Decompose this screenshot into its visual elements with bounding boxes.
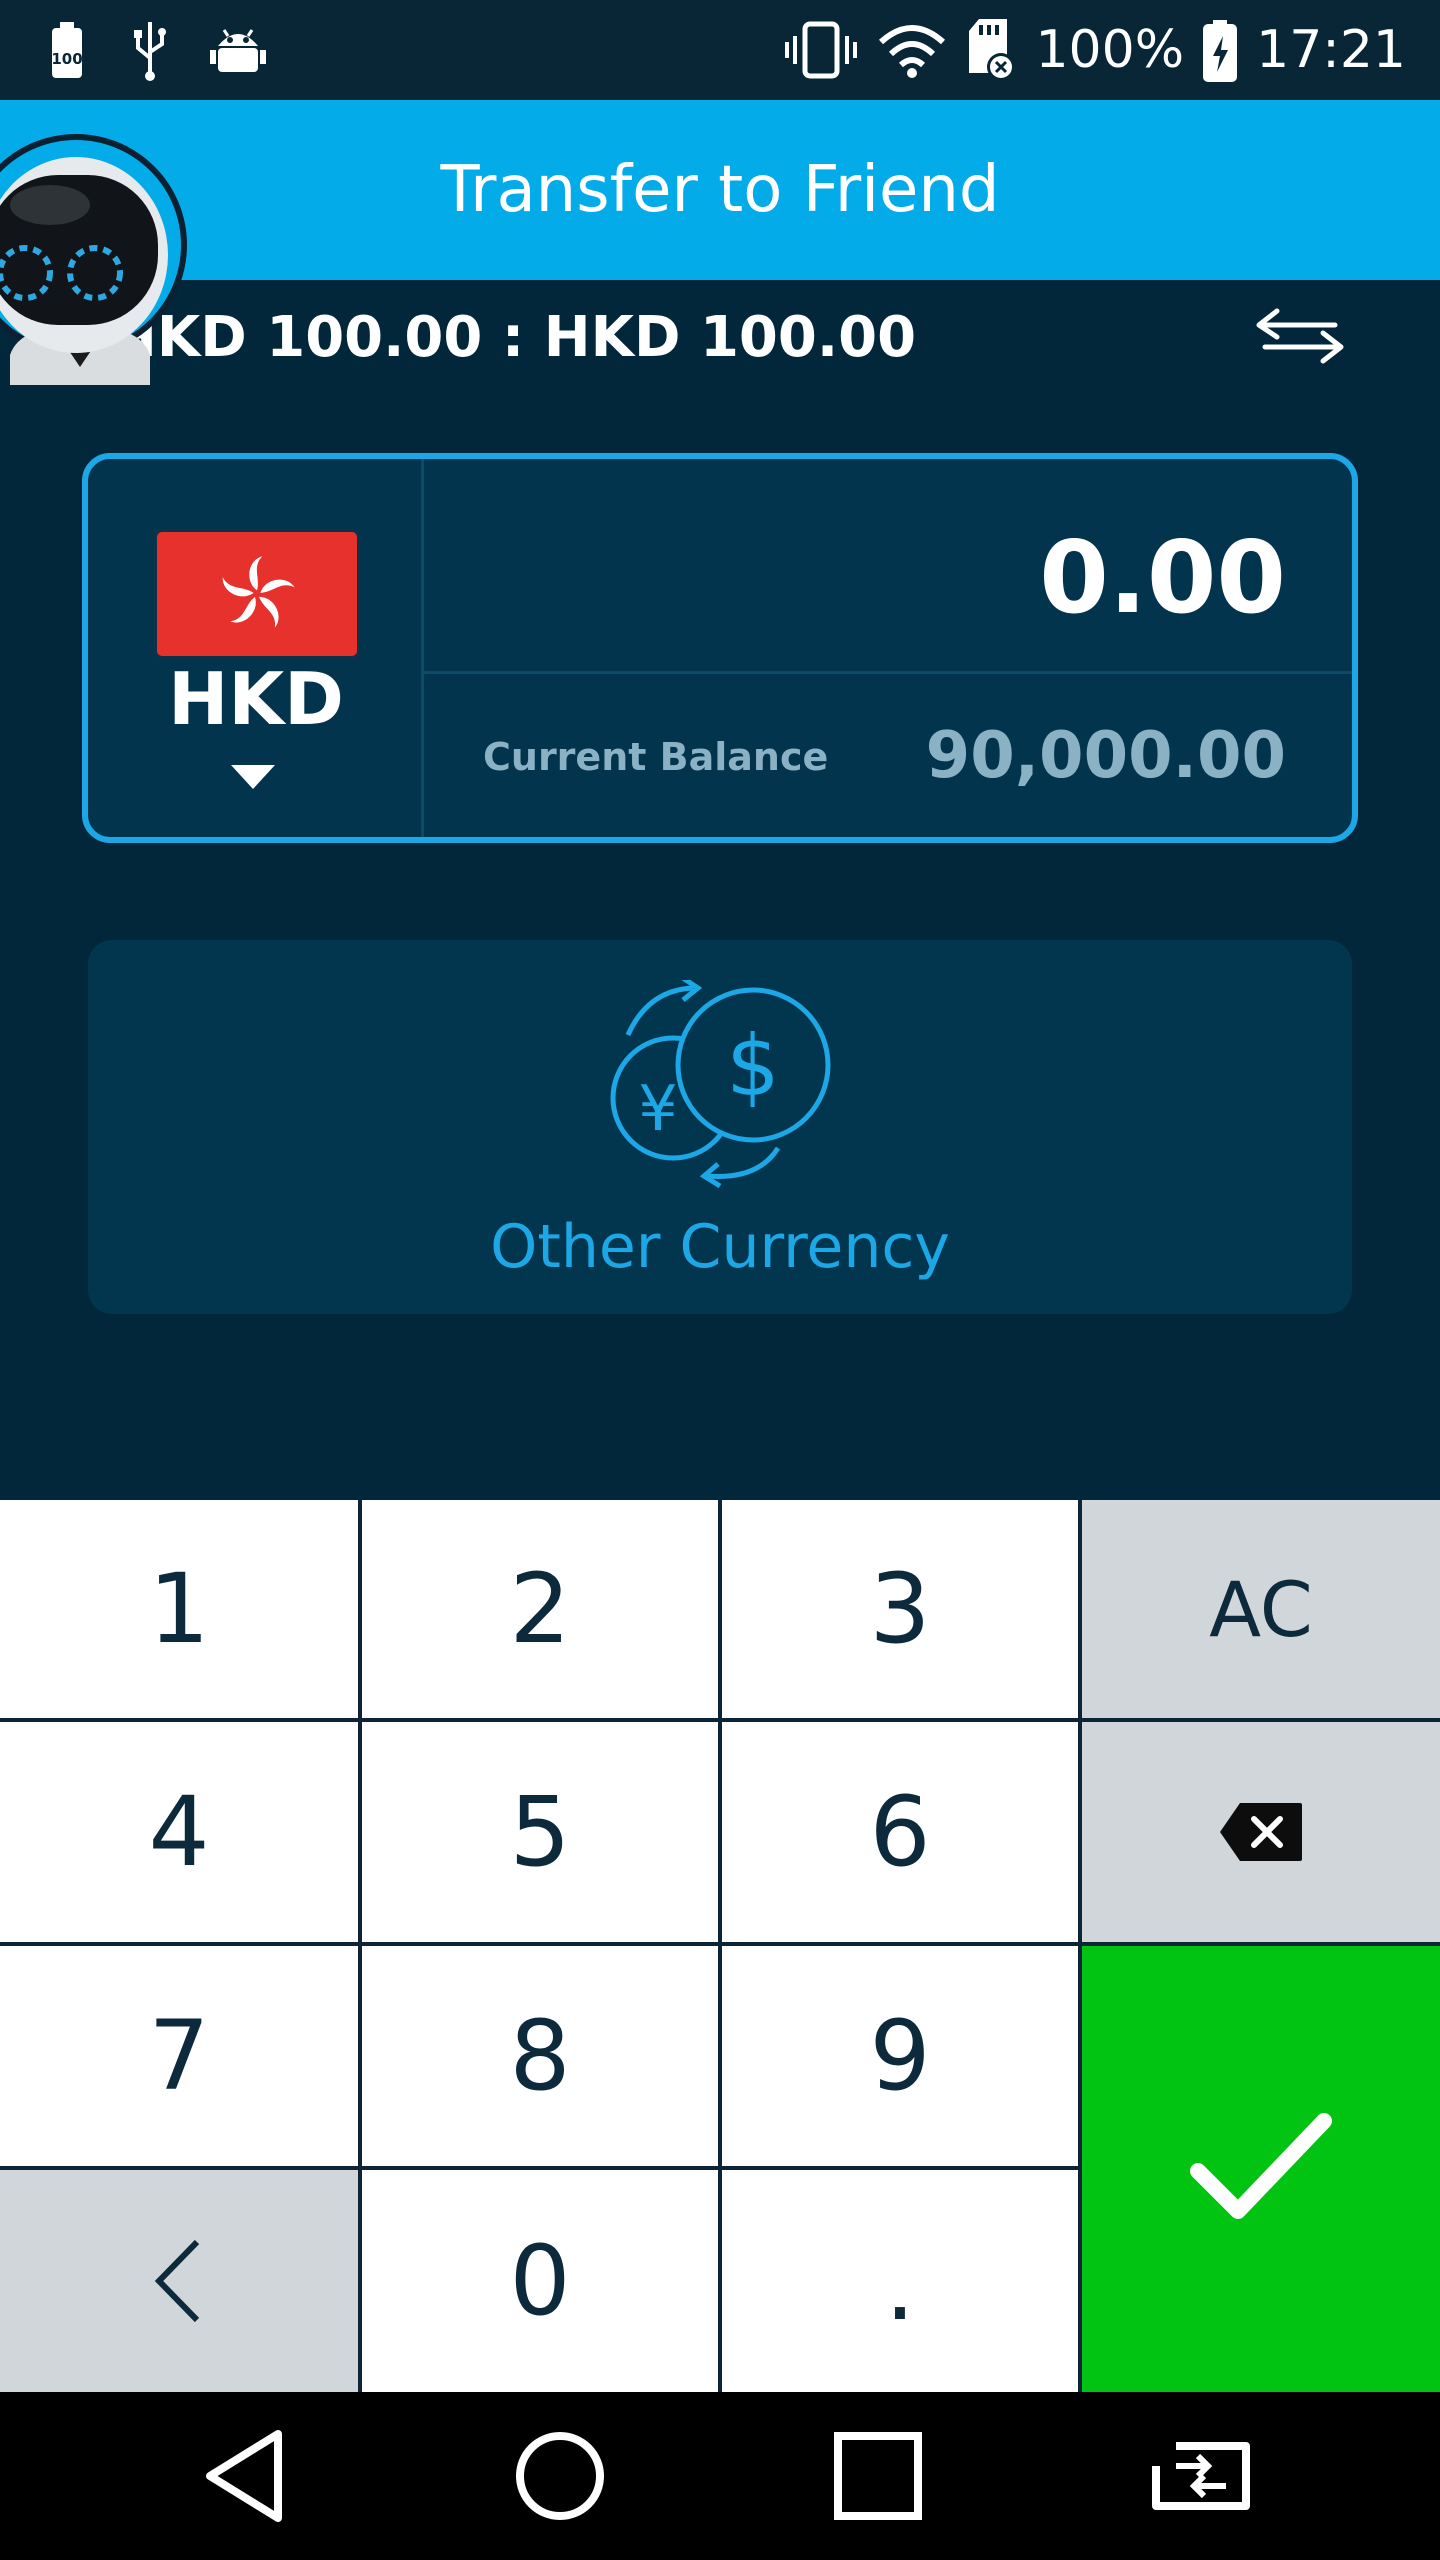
amount-value: 0.00 <box>1039 519 1286 636</box>
clock: 17:21 <box>1256 20 1406 80</box>
key-decimal[interactable]: . <box>722 2170 1078 2392</box>
key-ac[interactable]: AC <box>1082 1500 1440 1718</box>
key-0[interactable]: 0 <box>362 2170 718 2392</box>
back-triangle-icon <box>206 2430 282 2522</box>
nav-switch-screen-button[interactable] <box>1136 2426 1266 2526</box>
backspace-icon <box>1220 1803 1302 1861</box>
chevron-left-icon <box>154 2239 200 2323</box>
other-currency-label: Other Currency <box>490 1212 950 1282</box>
key-2[interactable]: 2 <box>362 1500 718 1718</box>
android-debug-icon <box>210 29 266 72</box>
page-title: Transfer to Friend <box>440 153 1000 227</box>
key-7[interactable]: 7 <box>0 1946 358 2166</box>
recents-square-icon <box>834 2432 922 2520</box>
svg-text:100: 100 <box>51 50 82 68</box>
battery-100-icon: 100 <box>51 22 83 78</box>
robot-avatar[interactable] <box>0 105 200 385</box>
svg-text:¥: ¥ <box>638 1072 677 1145</box>
vibrate-icon <box>785 21 858 79</box>
nav-home-button[interactable] <box>500 2426 620 2526</box>
nav-recents-button[interactable] <box>818 2426 938 2526</box>
switch-screen-icon <box>1152 2442 1250 2510</box>
currency-code: HKD <box>168 657 344 741</box>
balance-label: Current Balance <box>483 735 829 779</box>
key-5[interactable]: 5 <box>362 1722 718 1942</box>
key-3[interactable]: 3 <box>722 1500 1078 1718</box>
battery-charging-icon <box>1203 20 1238 82</box>
key-9[interactable]: 9 <box>722 1946 1078 2166</box>
exchange-rate-text: HKD 100.00 : HKD 100.00 <box>110 305 917 370</box>
key-1[interactable]: 1 <box>0 1500 358 1718</box>
nav-back-button[interactable] <box>185 2426 305 2526</box>
key-6[interactable]: 6 <box>722 1722 1078 1942</box>
currency-selector[interactable]: HKD <box>88 459 424 837</box>
sd-card-icon <box>969 19 1016 81</box>
wifi-icon <box>879 25 946 78</box>
key-backspace[interactable] <box>1082 1722 1440 1942</box>
amount-card: HKD 0.00 Current Balance 90,000.00 <box>82 453 1358 843</box>
key-4[interactable]: 4 <box>0 1722 358 1942</box>
battery-percent: 100% <box>1035 20 1185 80</box>
balance-value: 90,000.00 <box>925 719 1286 793</box>
key-8[interactable]: 8 <box>362 1946 718 2166</box>
numeric-keypad: 1 2 3 AC 4 5 6 7 8 9 0 . <box>0 1500 1440 2392</box>
svg-text:$: $ <box>726 1017 779 1115</box>
home-circle-icon <box>516 2432 604 2520</box>
amount-display: 0.00 <box>424 459 1352 674</box>
swap-arrows-icon[interactable] <box>1255 305 1345 365</box>
app-header: Transfer to Friend <box>0 100 1440 280</box>
system-nav-bar <box>0 2392 1440 2560</box>
caret-down-icon <box>231 765 275 789</box>
status-bar: 100 100% 17:21 <box>0 0 1440 100</box>
check-icon <box>1190 2113 1332 2219</box>
hong-kong-flag-icon <box>154 529 360 659</box>
key-back[interactable] <box>0 2170 358 2392</box>
other-currency-button[interactable]: $ ¥ Other Currency <box>88 940 1352 1314</box>
currency-exchange-icon: $ ¥ <box>610 980 831 1189</box>
confirm-button[interactable] <box>1082 1946 1440 2392</box>
usb-icon <box>134 22 166 81</box>
